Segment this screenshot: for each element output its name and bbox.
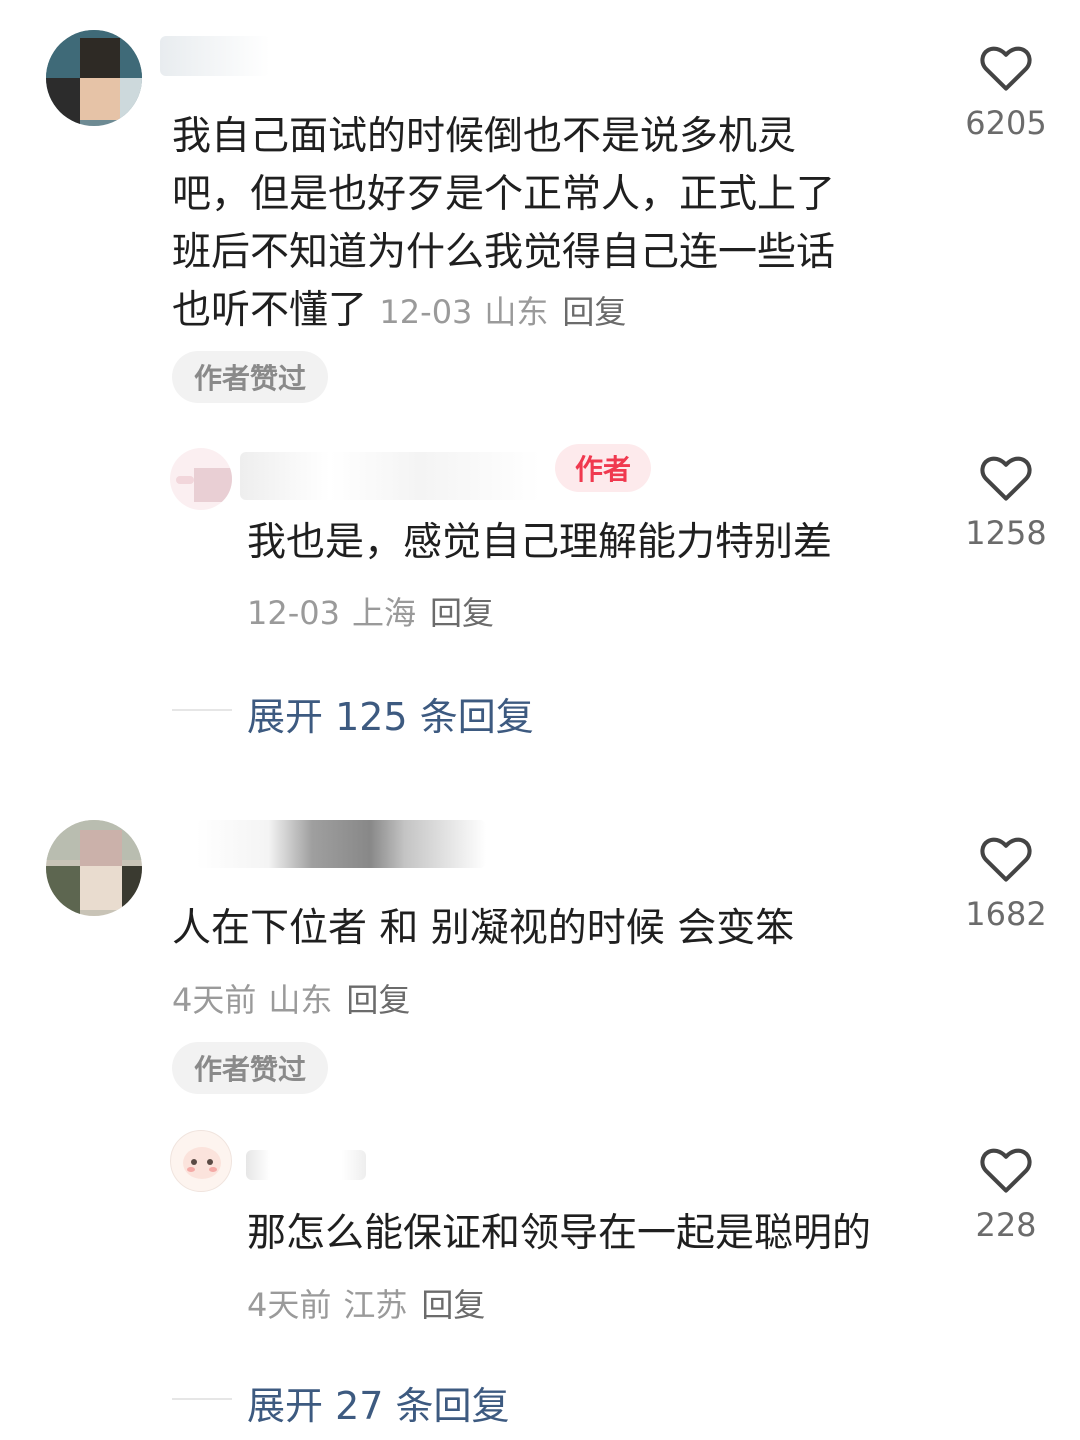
- reply-avatar[interactable]: [170, 1130, 232, 1192]
- comment-list: 我自己面试的时候倒也不是说多机灵 吧，但是也好歹是个正常人，正式上了 班后不知道…: [0, 0, 1080, 1440]
- heart-outline-icon: [980, 837, 1032, 882]
- username-redacted[interactable]: [240, 452, 540, 500]
- reply-date: 12-03: [247, 594, 340, 632]
- reply-date: 4天前: [247, 1286, 332, 1324]
- heart-outline-icon: [980, 456, 1032, 501]
- expand-divider: [172, 709, 232, 711]
- comment-meta: 4天前 山东 回复: [172, 975, 410, 1021]
- reply-button[interactable]: 回复: [346, 981, 410, 1019]
- reply-avatar[interactable]: [170, 448, 232, 510]
- reply-text: 那怎么能保证和领导在一起是聪明的: [247, 1211, 872, 1256]
- like-button[interactable]: 6205: [951, 42, 1061, 142]
- reply-button[interactable]: 回复: [421, 1286, 485, 1324]
- author-liked-badge: 作者赞过: [172, 1042, 328, 1094]
- heart-outline-icon: [980, 46, 1032, 91]
- username-redacted[interactable]: [196, 820, 486, 868]
- like-count: 6205: [965, 104, 1047, 142]
- comment-meta: 12-03 山东 回复: [379, 293, 626, 331]
- username-redacted[interactable]: [160, 36, 270, 76]
- like-count: 228: [975, 1206, 1037, 1244]
- author-liked-badge: 作者赞过: [172, 351, 328, 403]
- comment-text: 人在下位者 和 别凝视的时候 会变笨: [172, 906, 795, 951]
- comment-date: 4天前: [172, 981, 257, 1019]
- reply-button[interactable]: 回复: [430, 594, 494, 632]
- commenter-avatar[interactable]: [46, 30, 142, 126]
- reply-text: 我也是，感觉自己理解能力特别差: [247, 520, 833, 565]
- like-button[interactable]: 228: [951, 1144, 1061, 1244]
- reply-location: 上海: [351, 594, 416, 632]
- author-tag: 作者: [555, 444, 651, 492]
- comment-location: 山东: [484, 293, 549, 331]
- username-redacted[interactable]: [246, 1150, 366, 1180]
- reply-location: 江苏: [343, 1286, 408, 1324]
- expand-replies-button[interactable]: 展开 27 条回复: [247, 1375, 510, 1430]
- like-count: 1258: [965, 514, 1047, 552]
- comment-date: 12-03: [379, 293, 473, 331]
- expand-replies-button[interactable]: 展开 125 条回复: [247, 686, 534, 741]
- comment-location: 山东: [268, 981, 333, 1019]
- comment-text: 我自己面试的时候倒也不是说多机灵 吧，但是也好歹是个正常人，正式上了 班后不知道…: [172, 114, 836, 333]
- reply-meta: 12-03 上海 回复: [247, 588, 494, 634]
- heart-outline-icon: [980, 1148, 1032, 1193]
- reply-button[interactable]: 回复: [562, 293, 626, 331]
- commenter-avatar[interactable]: [46, 820, 142, 916]
- expand-divider: [172, 1398, 232, 1400]
- like-count: 1682: [965, 895, 1047, 933]
- like-button[interactable]: 1258: [951, 452, 1061, 552]
- reply-meta: 4天前 江苏 回复: [247, 1280, 485, 1326]
- like-button[interactable]: 1682: [951, 833, 1061, 933]
